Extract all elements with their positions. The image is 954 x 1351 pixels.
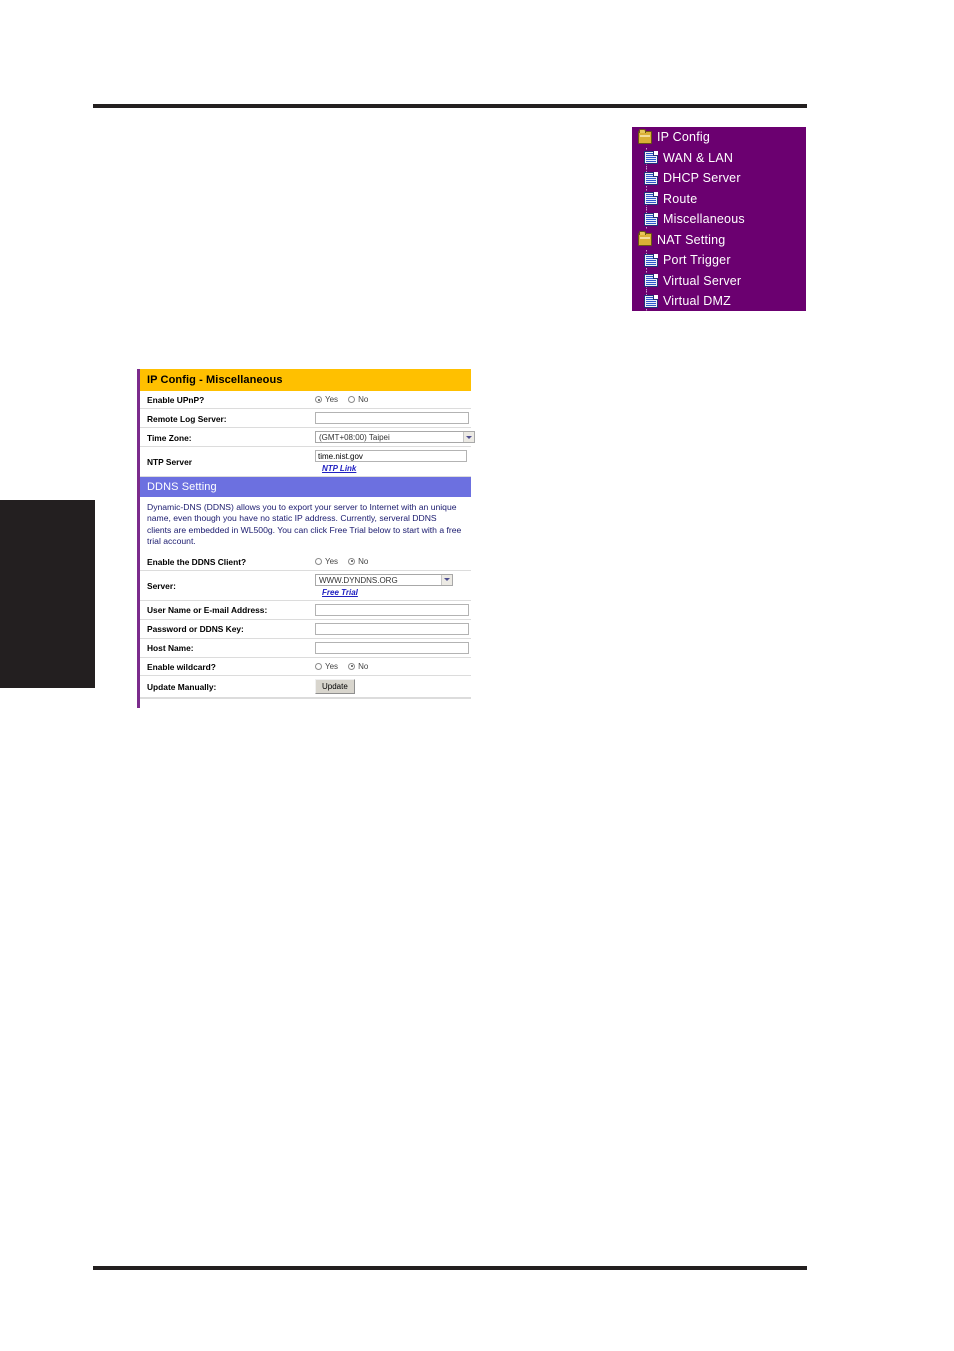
- update-button[interactable]: Update: [315, 678, 355, 694]
- time-zone-selected-value: (GMT+08:00) Taipei: [319, 433, 390, 442]
- label-enable-ddns-client: Enable the DDNS Client?: [147, 556, 247, 567]
- ddns-client-radio-yes-label: Yes: [325, 556, 339, 566]
- document-icon: [644, 171, 658, 185]
- router-navigation-menu[interactable]: IP Config WAN & LAN DHCP Server Route Mi…: [632, 127, 806, 311]
- ddns-client-radio-no[interactable]: [348, 557, 356, 565]
- field-enable-upnp: Yes No: [312, 391, 471, 408]
- ddns-client-radio-no-label: No: [358, 556, 369, 566]
- panel-title: IP Config - Miscellaneous: [140, 369, 471, 391]
- row-ntp-server: NTP Server time.nist.gov NTP Link: [140, 447, 471, 477]
- header-rule: [93, 104, 807, 108]
- user-name-input[interactable]: [315, 603, 469, 616]
- label-enable-upnp: Enable UPnP?: [147, 395, 205, 405]
- menu-item-label: Port Trigger: [663, 253, 731, 268]
- folder-icon: [638, 231, 652, 247]
- upnp-radio-yes-label: Yes: [325, 395, 339, 404]
- field-ntp-server: time.nist.gov NTP Link: [312, 447, 473, 476]
- document-icon: [644, 151, 658, 165]
- folder-icon: [638, 128, 652, 144]
- field-enable-wildcard: Yes No: [312, 658, 471, 675]
- row-password: Password or DDNS Key:: [140, 620, 471, 639]
- menu-item-label: DHCP Server: [663, 171, 741, 186]
- document-page: IP Config WAN & LAN DHCP Server Route Mi…: [0, 0, 954, 1351]
- menu-item-wan-lan[interactable]: WAN & LAN: [632, 147, 806, 169]
- upnp-radio-no[interactable]: [348, 396, 356, 403]
- row-remote-log-server: Remote Log Server:: [140, 409, 471, 428]
- ntp-server-input[interactable]: time.nist.gov: [315, 450, 467, 462]
- menu-item-virtual-dmz[interactable]: Virtual DMZ: [632, 291, 806, 311]
- label-user-name: User Name or E-mail Address:: [147, 605, 268, 616]
- ip-config-panel: IP Config - Miscellaneous Enable UPnP? Y…: [137, 369, 475, 708]
- menu-item-nat-setting[interactable]: NAT Setting: [632, 230, 806, 251]
- menu-item-miscellaneous[interactable]: Miscellaneous: [632, 209, 806, 230]
- row-enable-upnp: Enable UPnP? Yes No: [140, 391, 471, 409]
- ddns-server-select[interactable]: WWW.DYNDNS.ORG: [315, 573, 453, 586]
- label-password: Password or DDNS Key:: [147, 624, 244, 635]
- field-password: [312, 620, 475, 638]
- row-update-manually: Update Manually: Update: [140, 676, 471, 698]
- row-enable-ddns-client: Enable the DDNS Client? Yes No: [140, 553, 471, 571]
- upnp-radio-no-label: No: [358, 395, 369, 404]
- ddns-section-title: DDNS Setting: [140, 477, 471, 497]
- document-icon: [644, 274, 658, 288]
- footer-rule: [93, 1266, 807, 1270]
- menu-item-port-trigger[interactable]: Port Trigger: [632, 250, 806, 271]
- menu-item-dhcp-server[interactable]: DHCP Server: [632, 168, 806, 189]
- wildcard-radio-no[interactable]: [348, 662, 356, 670]
- label-ddns-server: Server:: [147, 580, 176, 591]
- ddns-server-selected-value: WWW.DYNDNS.ORG: [319, 575, 398, 585]
- wildcard-radio-group[interactable]: Yes No: [315, 662, 375, 671]
- label-time-zone: Time Zone:: [147, 432, 192, 443]
- ntp-link[interactable]: NTP Link: [322, 464, 356, 473]
- row-time-zone: Time Zone: (GMT+08:00) Taipei: [140, 428, 475, 447]
- wildcard-radio-no-label: No: [358, 661, 369, 671]
- field-update-manually: Update: [312, 676, 471, 697]
- remote-log-server-input[interactable]: [315, 412, 469, 424]
- ddns-client-radio-group[interactable]: Yes No: [315, 557, 375, 566]
- ddns-client-radio-yes[interactable]: [315, 557, 322, 565]
- field-enable-ddns-client: Yes No: [312, 553, 471, 570]
- row-enable-wildcard: Enable wildcard? Yes No: [140, 658, 471, 676]
- password-input[interactable]: [315, 622, 469, 635]
- label-remote-log-server: Remote Log Server:: [147, 413, 227, 424]
- menu-item-label: IP Config: [657, 130, 710, 145]
- label-enable-wildcard: Enable wildcard?: [147, 661, 216, 672]
- document-icon: [644, 294, 658, 308]
- upnp-radio-yes[interactable]: [315, 396, 322, 403]
- free-trial-link[interactable]: Free Trial: [322, 588, 358, 597]
- field-remote-log-server: [312, 409, 475, 427]
- upnp-radio-group[interactable]: Yes No: [315, 395, 375, 404]
- document-icon: [644, 192, 658, 206]
- label-ntp-server: NTP Server: [147, 457, 193, 467]
- host-name-input[interactable]: [315, 641, 469, 654]
- document-icon: [644, 212, 658, 226]
- document-icon: [644, 253, 658, 267]
- menu-item-virtual-server[interactable]: Virtual Server: [632, 270, 806, 292]
- field-time-zone: (GMT+08:00) Taipei: [312, 428, 481, 446]
- field-user-name: [312, 601, 475, 619]
- menu-item-label: NAT Setting: [657, 232, 726, 247]
- row-ddns-server: Server: WWW.DYNDNS.ORG Free Trial: [140, 571, 471, 601]
- chevron-down-icon[interactable]: [463, 432, 474, 442]
- menu-item-label: Virtual Server: [663, 273, 742, 288]
- menu-item-label: WAN & LAN: [663, 150, 734, 165]
- chevron-down-icon[interactable]: [441, 574, 452, 585]
- menu-item-route[interactable]: Route: [632, 188, 806, 210]
- wildcard-radio-yes-label: Yes: [325, 661, 339, 671]
- chapter-thumb-index: [0, 500, 95, 688]
- label-host-name: Host Name:: [147, 643, 194, 654]
- field-ddns-server: WWW.DYNDNS.ORG Free Trial: [312, 571, 471, 600]
- ddns-description: Dynamic-DNS (DDNS) allows you to export …: [147, 502, 462, 547]
- menu-item-label: Miscellaneous: [663, 212, 745, 227]
- row-host-name: Host Name:: [140, 639, 471, 658]
- wildcard-radio-yes[interactable]: [315, 662, 322, 670]
- panel-footer-spacer: [140, 697, 471, 708]
- menu-item-ip-config[interactable]: IP Config: [632, 127, 806, 148]
- label-update-manually: Update Manually:: [147, 681, 217, 692]
- menu-item-label: Virtual DMZ: [663, 294, 731, 309]
- field-host-name: [312, 639, 475, 657]
- time-zone-select[interactable]: (GMT+08:00) Taipei: [315, 431, 475, 443]
- row-user-name: User Name or E-mail Address:: [140, 601, 471, 620]
- menu-item-label: Route: [663, 191, 698, 206]
